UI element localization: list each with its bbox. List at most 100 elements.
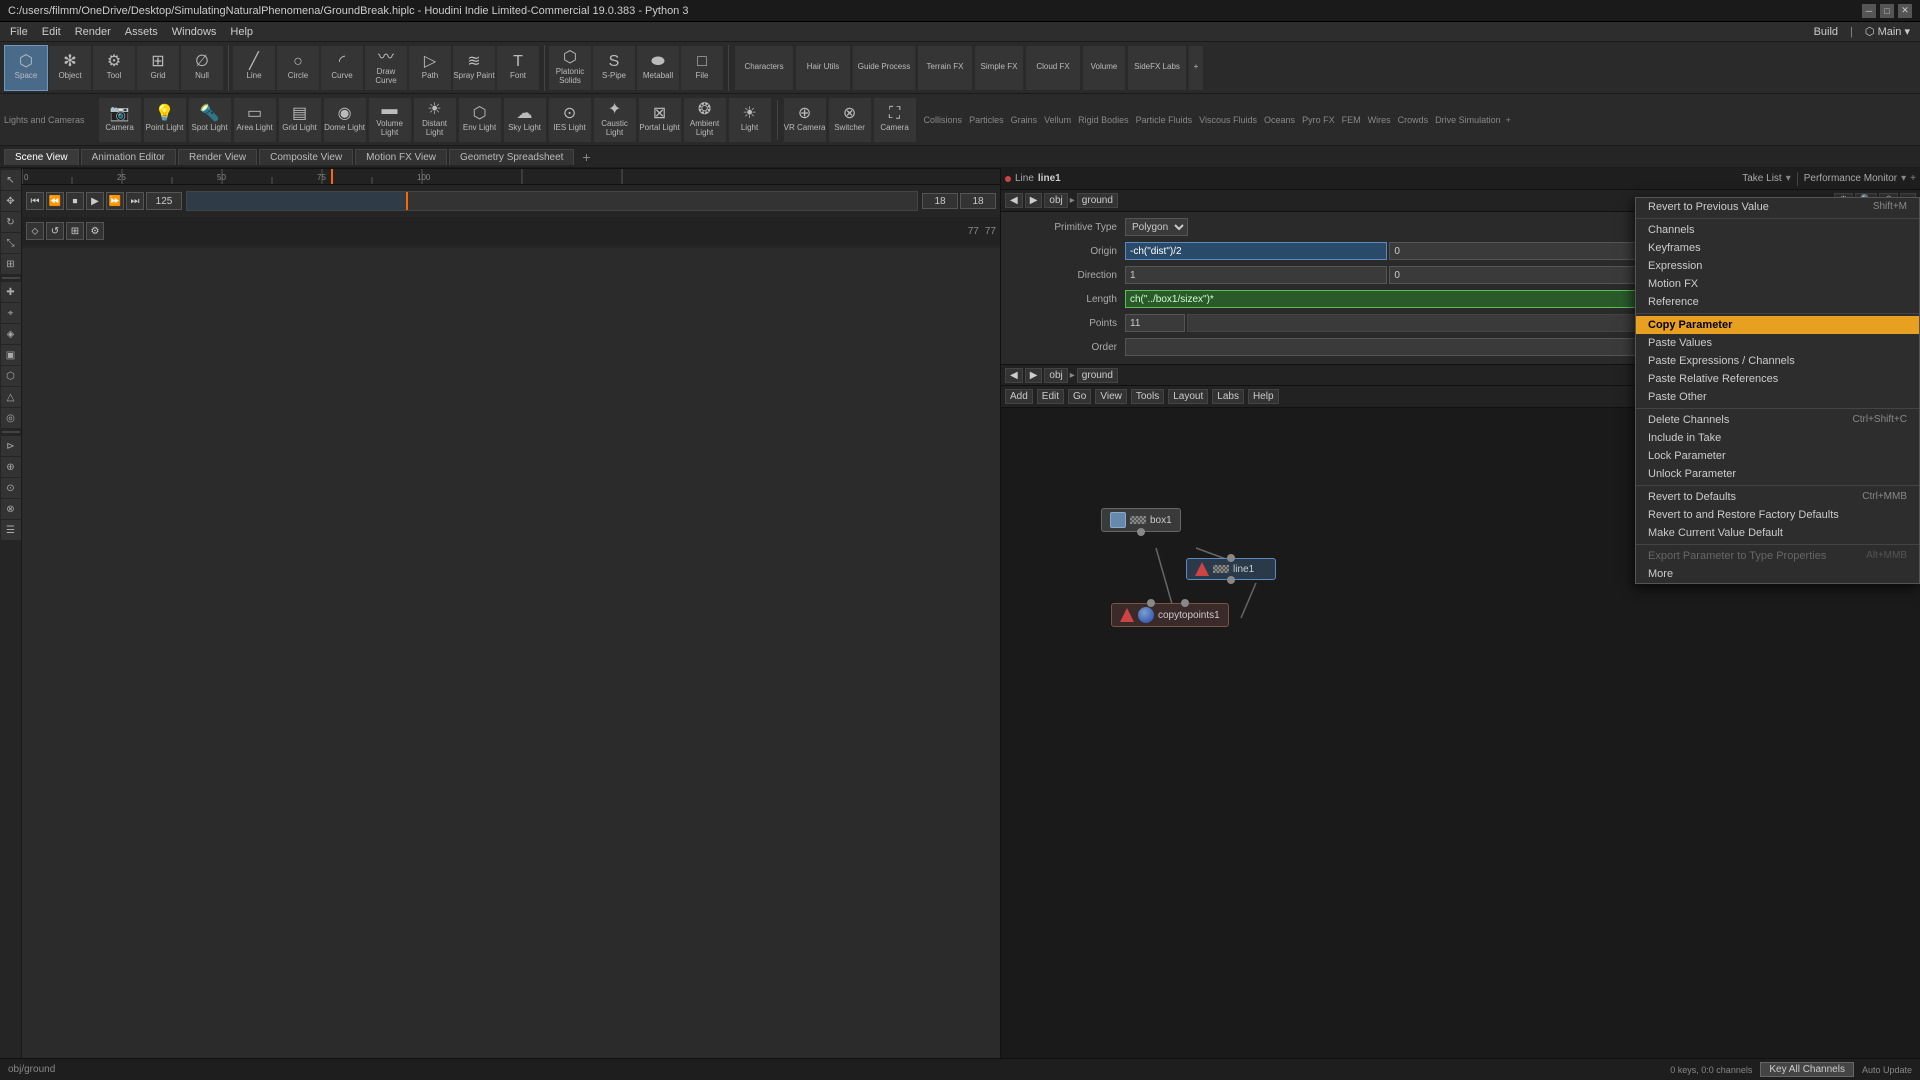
node-line1-out-port[interactable] <box>1227 576 1235 584</box>
tool-vr-camera[interactable]: ⊕ VR Camera <box>783 97 827 143</box>
menu-render[interactable]: Render <box>69 24 117 40</box>
tool-tool[interactable]: ⚙ Tool <box>92 45 136 91</box>
sidebar-icon-6[interactable]: △ <box>1 387 21 407</box>
tool-null[interactable]: ∅ Null <box>180 45 224 91</box>
sidebar-icon-5[interactable]: ⬡ <box>1 366 21 386</box>
ctx-more[interactable]: More <box>1636 565 1919 583</box>
tool-font[interactable]: T Font <box>496 45 540 91</box>
ctx-reference[interactable]: Reference <box>1636 293 1919 311</box>
ng-layout-btn[interactable]: Layout <box>1168 389 1208 404</box>
tool-dome-light[interactable]: ◉ Dome Light <box>323 97 367 143</box>
sidebar-icon-10[interactable]: ⊙ <box>1 478 21 498</box>
loop-btn[interactable]: ↺ <box>46 222 64 240</box>
ctx-motion-fx[interactable]: Motion FX <box>1636 275 1919 293</box>
build-label[interactable]: Build <box>1808 24 1844 40</box>
main-dropdown[interactable]: ⬡ Main ▾ <box>1859 23 1916 40</box>
tool-light[interactable]: ☀ Light <box>728 97 772 143</box>
ng-labs-btn[interactable]: Labs <box>1212 389 1244 404</box>
ctx-unlock-parameter[interactable]: Unlock Parameter <box>1636 465 1919 483</box>
key-btn[interactable]: ⬦ <box>26 222 44 240</box>
tool-spray-paint[interactable]: ≋ Spray Paint <box>452 45 496 91</box>
sidebar-move-icon[interactable]: ✥ <box>1 191 21 211</box>
sidebar-scale-icon[interactable]: ⤡ <box>1 233 21 253</box>
tool-env-light[interactable]: ⬡ Env Light <box>458 97 502 143</box>
ctx-paste-values[interactable]: Paste Values <box>1636 334 1919 352</box>
tool-caustic-light[interactable]: ✦ Caustic Light <box>593 97 637 143</box>
ctx-channels[interactable]: Channels <box>1636 221 1919 239</box>
sidebar-icon-4[interactable]: ▣ <box>1 345 21 365</box>
ng-help-btn[interactable]: Help <box>1248 389 1279 404</box>
ng-view-btn[interactable]: View <box>1095 389 1127 404</box>
node-box1-out-port[interactable] <box>1137 528 1145 536</box>
ctx-make-default[interactable]: Make Current Value Default <box>1636 524 1919 542</box>
tool-point-light[interactable]: 💡 Point Light <box>143 97 187 143</box>
settings-btn[interactable]: ⚙ <box>86 222 104 240</box>
start-frame-input[interactable] <box>922 193 958 209</box>
sidebar-icon-12[interactable]: ☰ <box>1 520 21 540</box>
points-input[interactable]: 11 <box>1125 314 1185 332</box>
tool-sky-light[interactable]: ☁ Sky Light <box>503 97 547 143</box>
ctx-paste-expr-channels[interactable]: Paste Expressions / Channels <box>1636 352 1919 370</box>
tab-composite-view[interactable]: Composite View <box>259 149 353 165</box>
tab-animation-editor[interactable]: Animation Editor <box>81 149 176 165</box>
tool-circle[interactable]: ○ Circle <box>276 45 320 91</box>
tool-distant-light[interactable]: ☀ Distant Light <box>413 97 457 143</box>
minimize-button[interactable]: ─ <box>1862 4 1876 18</box>
prev-frame-btn[interactable]: ⏪ <box>46 192 64 210</box>
tab-more[interactable]: + <box>1188 45 1204 91</box>
node-box1[interactable]: box1 <box>1101 508 1181 532</box>
tool-spot-light[interactable]: 🔦 Spot Light <box>188 97 232 143</box>
sidebar-icon-11[interactable]: ⊗ <box>1 499 21 519</box>
jump-start-btn[interactable]: ⏮ <box>26 192 44 210</box>
ctx-paste-relative[interactable]: Paste Relative References <box>1636 370 1919 388</box>
ng-forward-btn[interactable]: ▶ <box>1025 368 1043 383</box>
tool-platonic[interactable]: ⬡ PlatonicSolids <box>548 45 592 91</box>
ng-add-btn[interactable]: Add <box>1005 389 1033 404</box>
ctx-copy-parameter[interactable]: Copy Parameter <box>1636 316 1919 334</box>
menu-edit[interactable]: Edit <box>36 24 67 40</box>
direction-x-input[interactable]: 1 <box>1125 266 1387 284</box>
path-obj-btn[interactable]: obj <box>1044 193 1067 208</box>
timeline-track[interactable] <box>186 191 918 211</box>
tab-simplefx[interactable]: Simple FX <box>974 45 1024 91</box>
tab-geo-spreadsheet[interactable]: Geometry Spreadsheet <box>449 149 574 165</box>
tool-object[interactable]: ✻ Object <box>48 45 92 91</box>
node-copytopoints1[interactable]: copytopoints1 <box>1111 603 1229 627</box>
tool-area-light[interactable]: ▭ Area Light <box>233 97 277 143</box>
ctx-revert-defaults[interactable]: Revert to Defaults Ctrl+MMB <box>1636 488 1919 506</box>
tool-file[interactable]: □ File <box>680 45 724 91</box>
ctx-revert-prev[interactable]: Revert to Previous Value Shift+M <box>1636 198 1919 216</box>
tab-render-view[interactable]: Render View <box>178 149 257 165</box>
snap-btn[interactable]: ⊞ <box>66 222 84 240</box>
ctx-include-in-take[interactable]: Include in Take <box>1636 429 1919 447</box>
ctx-lock-parameter[interactable]: Lock Parameter <box>1636 447 1919 465</box>
ctx-revert-factory[interactable]: Revert to and Restore Factory Defaults <box>1636 506 1919 524</box>
ctx-keyframes[interactable]: Keyframes <box>1636 239 1919 257</box>
menu-assets[interactable]: Assets <box>119 24 164 40</box>
tab-chars[interactable]: Characters <box>734 45 794 91</box>
tool-camera2[interactable]: ⛶ Camera <box>873 97 917 143</box>
play-btn[interactable]: ▶ <box>86 192 104 210</box>
tab-volume[interactable]: Volume <box>1082 45 1126 91</box>
path-back-btn[interactable]: ◀ <box>1005 193 1023 208</box>
tab-terrainfx[interactable]: Terrain FX <box>917 45 973 91</box>
sidebar-icon-3[interactable]: ◈ <box>1 324 21 344</box>
origin-x-input[interactable]: -ch("dist")/2 <box>1125 242 1387 260</box>
tool-grid[interactable]: ⊞ Grid <box>136 45 180 91</box>
tab-cloudfx[interactable]: Cloud FX <box>1025 45 1081 91</box>
menu-windows[interactable]: Windows <box>166 24 223 40</box>
ng-go-btn[interactable]: Go <box>1068 389 1091 404</box>
tool-draw-curve[interactable]: 〰 Draw Curve <box>364 45 408 91</box>
tool-ies-light[interactable]: ⊙ IES Light <box>548 97 592 143</box>
ctx-paste-other[interactable]: Paste Other <box>1636 388 1919 406</box>
path-forward-btn[interactable]: ▶ <box>1025 193 1043 208</box>
tool-path[interactable]: ▷ Path <box>408 45 452 91</box>
sidebar-select-icon[interactable]: ↖ <box>1 170 21 190</box>
tab-sidefxlabs[interactable]: SideFX Labs <box>1127 45 1187 91</box>
tool-grid-light[interactable]: ▤ Grid Light <box>278 97 322 143</box>
key-all-channels-button[interactable]: Key All Channels <box>1760 1062 1854 1077</box>
ctx-delete-channels[interactable]: Delete Channels Ctrl+Shift+C <box>1636 411 1919 429</box>
ng-edit-btn[interactable]: Edit <box>1037 389 1064 404</box>
direction-y-input[interactable]: 0 <box>1389 266 1651 284</box>
tab-guideproc[interactable]: Guide Process <box>852 45 916 91</box>
